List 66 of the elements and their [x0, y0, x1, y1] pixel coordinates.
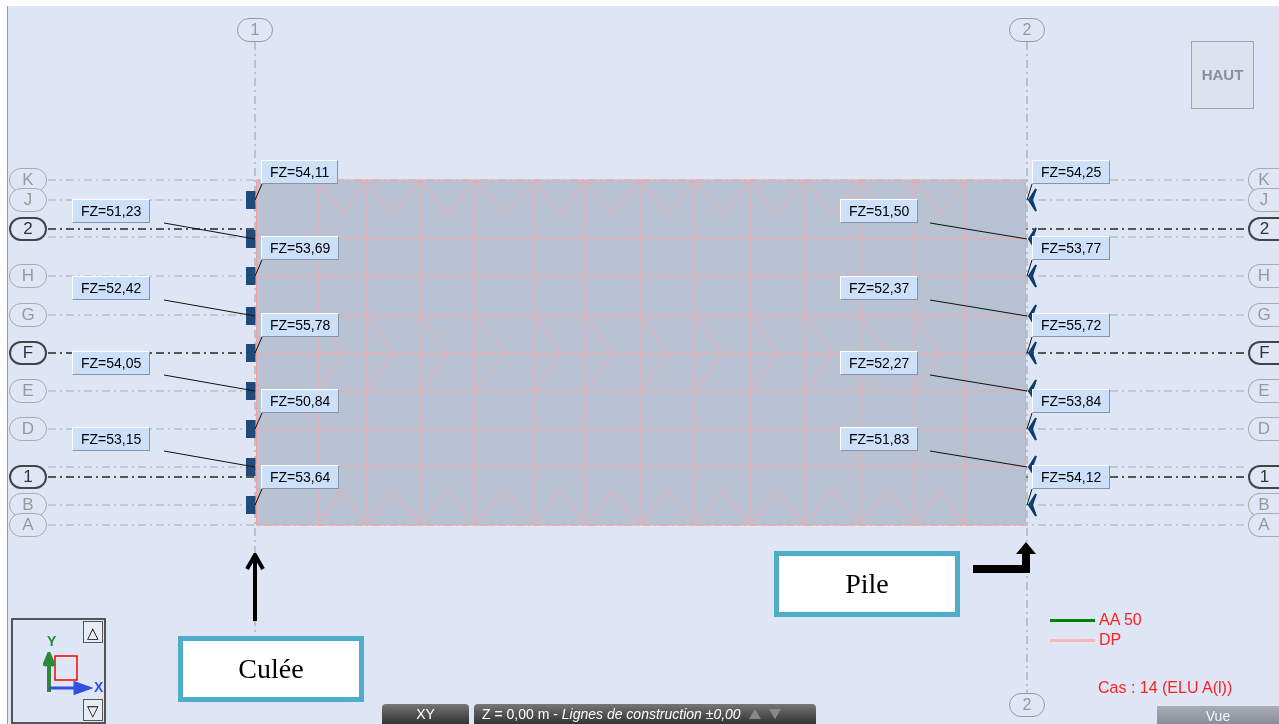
grid-axis-label: 1	[9, 465, 47, 489]
arrow-icon	[245, 553, 265, 623]
reaction-label: FZ=50,84	[261, 389, 340, 413]
leader-line	[1026, 336, 1033, 354]
reaction-label: FZ=55,78	[261, 313, 340, 337]
leader-line	[1026, 488, 1033, 506]
leader-line	[1026, 412, 1033, 430]
legend-text: DP	[1099, 632, 1122, 648]
leader-line	[254, 412, 263, 430]
grid-axis-label: 2	[1248, 217, 1279, 241]
reaction-label: FZ=51,50	[840, 199, 919, 223]
axis-letter: X	[94, 680, 104, 694]
reaction-label: FZ=52,37	[840, 276, 919, 300]
up-arrow-icon[interactable]	[748, 709, 761, 719]
grid-axis-label: 1	[1248, 465, 1279, 489]
support-icon	[246, 230, 256, 248]
grid-axis-label: F	[9, 341, 47, 365]
grid-axis-label: H	[1248, 264, 1279, 288]
support-icon	[246, 191, 256, 209]
leader-line	[254, 336, 263, 354]
legend-text: AA 50	[1099, 612, 1142, 628]
leader-line	[1026, 183, 1033, 201]
reaction-label: FZ=54,25	[1032, 160, 1111, 184]
grid-axis-label: E	[1248, 379, 1279, 403]
reaction-label: FZ=52,27	[840, 351, 919, 375]
support-icon	[246, 496, 256, 514]
reaction-label: FZ=53,77	[1032, 236, 1111, 260]
reaction-label: FZ=53,84	[1032, 389, 1111, 413]
load-case-text: Cas : 14 (ELU A(l))	[1098, 678, 1233, 698]
reaction-label: FZ=53,15	[72, 427, 151, 451]
leader-line	[254, 259, 263, 277]
plane-button[interactable]: XY	[382, 704, 469, 724]
reaction-label: FZ=54,05	[72, 351, 151, 375]
support-icon	[246, 420, 256, 438]
callout-label: Pile	[774, 551, 960, 617]
leader-line	[1026, 259, 1033, 277]
axes-icon	[43, 652, 93, 698]
reaction-label: FZ=51,23	[72, 199, 151, 223]
reaction-label: FZ=53,64	[261, 465, 340, 489]
grid-axis-label: F	[1248, 341, 1279, 365]
axis-letter: Y	[47, 634, 57, 648]
reaction-label: FZ=51,83	[840, 427, 919, 451]
callout-label: Culée	[178, 636, 364, 702]
leader-line	[254, 488, 263, 506]
reaction-label: FZ=54,11	[261, 160, 339, 184]
support-icon	[246, 344, 256, 362]
support-icon	[246, 267, 256, 285]
reaction-label: FZ=54,12	[1032, 465, 1111, 489]
reaction-label: FZ=55,72	[1032, 313, 1111, 337]
grid-axis-label: 2	[9, 217, 47, 241]
support-icon	[246, 382, 256, 400]
grid-axis-label: A	[9, 513, 47, 537]
grid-axis-label: J	[1248, 188, 1279, 212]
reaction-label: FZ=52,42	[72, 276, 151, 300]
rotate-up-button[interactable]: △	[83, 621, 103, 643]
rotate-down-button[interactable]: ▽	[83, 699, 103, 721]
support-icon	[246, 458, 256, 476]
grid-axis-label: D	[1248, 417, 1279, 441]
grid-axis-label: G	[1248, 303, 1279, 327]
grid-axis-label: J	[9, 188, 47, 212]
support-icon	[246, 307, 256, 325]
leader-line	[254, 183, 263, 201]
reaction-label: FZ=53,69	[261, 236, 340, 260]
down-arrow-icon[interactable]	[768, 709, 781, 719]
grid-axis-label: A	[1248, 513, 1279, 537]
level-selector[interactable]: Z = 0,00 m - Lignes de construction ±0,00	[474, 704, 816, 724]
